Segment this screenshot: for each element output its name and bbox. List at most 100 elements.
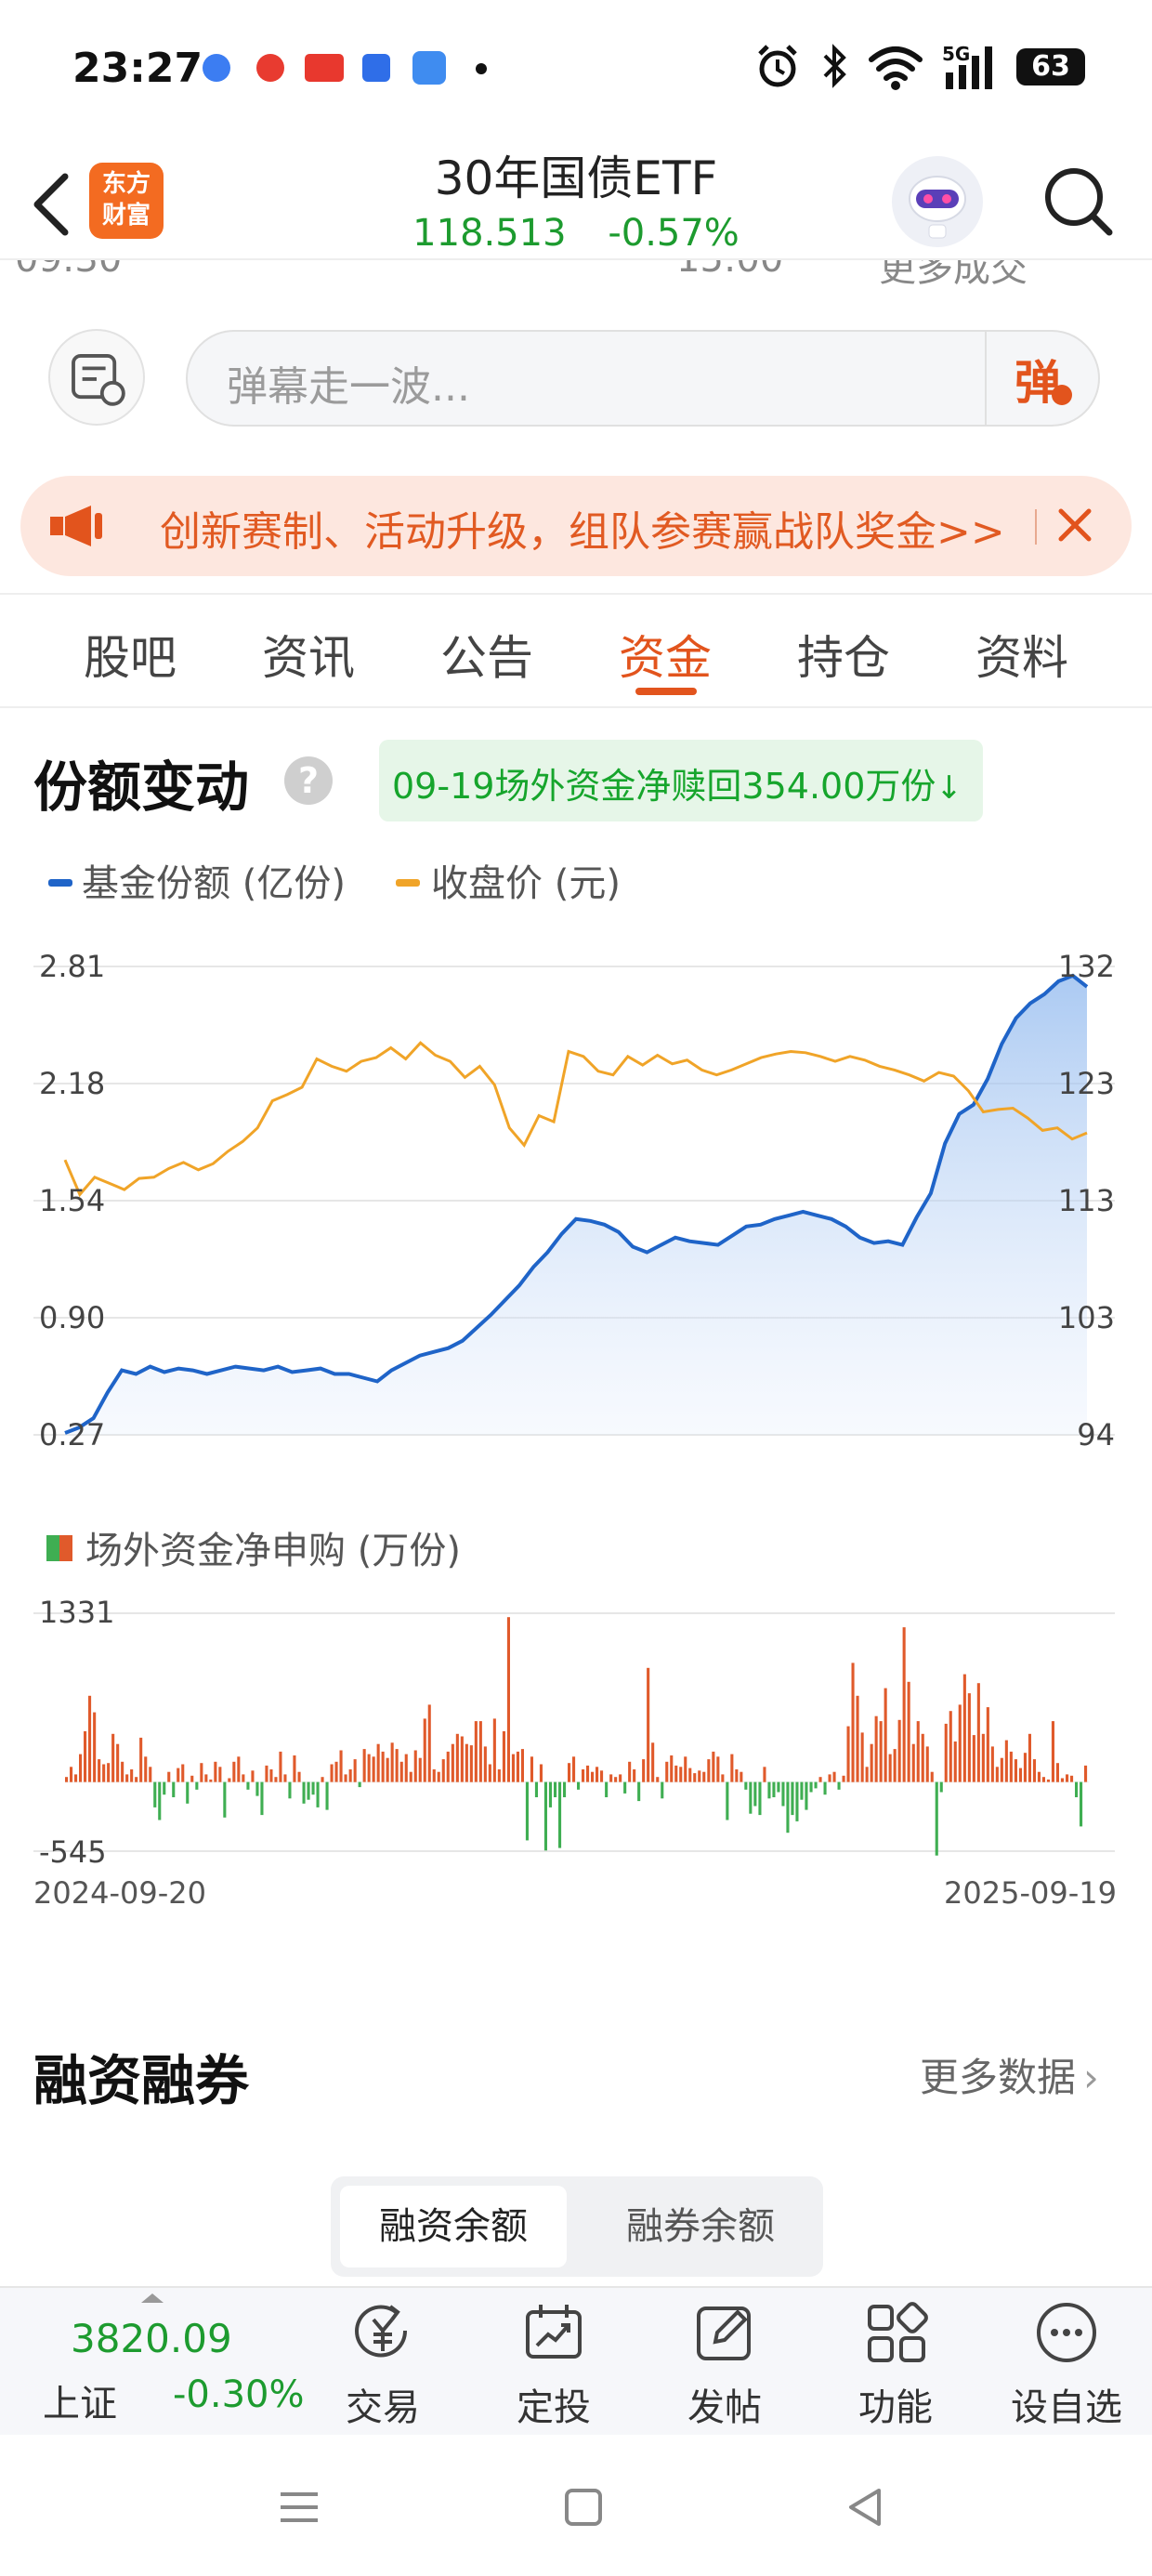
- flow-bar: [186, 1781, 190, 1804]
- legend-swatch-share: [48, 879, 72, 887]
- flow-bar: [200, 1763, 203, 1782]
- flow-bar: [572, 1756, 576, 1782]
- flow-bar: [506, 1617, 510, 1782]
- post-icon[interactable]: [691, 2299, 758, 2366]
- flow-bar: [786, 1781, 790, 1833]
- flow-bar: [967, 1693, 971, 1782]
- flow-bar: [893, 1749, 897, 1782]
- flow-bar: [823, 1781, 827, 1795]
- assistant-robot-icon[interactable]: [892, 156, 983, 247]
- flow-bar: [554, 1781, 557, 1797]
- flow-bar: [1060, 1778, 1064, 1782]
- flow-bar: [716, 1756, 720, 1782]
- price-change: -0.57%: [608, 212, 740, 255]
- flow-bar: [1028, 1733, 1031, 1782]
- danmaku-check-icon: [1052, 385, 1072, 405]
- functions-label[interactable]: 功能: [831, 2377, 961, 2431]
- functions-icon[interactable]: [862, 2299, 929, 2366]
- tab-announcements[interactable]: 公告: [412, 621, 561, 688]
- legend-label-close: 收盘价 (元): [431, 862, 621, 905]
- flow-bar: [995, 1767, 999, 1782]
- tab-news[interactable]: 资讯: [234, 621, 383, 688]
- auto-invest-icon[interactable]: [520, 2299, 587, 2366]
- close-icon[interactable]: [1052, 502, 1098, 548]
- video-icon: [256, 54, 284, 82]
- trade-label[interactable]: 交易: [318, 2377, 448, 2431]
- flow-bar: [600, 1770, 604, 1782]
- flow-bar: [990, 1746, 994, 1782]
- index-value[interactable]: 3820.09: [71, 2316, 232, 2361]
- last-price: 118.513: [412, 212, 567, 255]
- flow-bar: [339, 1750, 343, 1782]
- post-label[interactable]: 发帖: [660, 2377, 790, 2431]
- auto-invest-label[interactable]: 定投: [489, 2377, 619, 2431]
- flow-bar: [93, 1712, 97, 1782]
- flow-bar: [805, 1781, 808, 1810]
- flow-bar: [976, 1683, 980, 1782]
- flow-bar: [111, 1733, 115, 1782]
- flow-bar: [856, 1695, 859, 1782]
- index-change[interactable]: -0.30%: [173, 2373, 305, 2416]
- flow-bar: [730, 1754, 734, 1782]
- caret-up-icon[interactable]: [141, 2293, 164, 2303]
- date-end-label: 2025-09-19: [944, 1875, 1117, 1911]
- close-price-series-line: [63, 1041, 1088, 1198]
- flow-bar: [98, 1759, 101, 1782]
- flow-bar: [758, 1781, 762, 1816]
- tabs-divider-top: [0, 593, 1152, 595]
- flow-bar: [1080, 1781, 1083, 1827]
- flow-bar: [633, 1769, 636, 1782]
- net-flow-bar-chart: 1331 -545: [33, 1595, 1115, 1868]
- scrolled-row-remnant: 09:30 15:00 更多成交: [0, 258, 1152, 297]
- flow-bar: [1070, 1775, 1074, 1782]
- more-data-link[interactable]: 更多数据 ›: [920, 2046, 1099, 2103]
- alarm-icon: [758, 45, 797, 87]
- menu-icon[interactable]: [275, 2483, 323, 2531]
- danmaku-placeholder: 弹幕走一波...: [227, 363, 470, 411]
- flow-bar: [460, 1736, 464, 1782]
- flow-bar: [177, 1768, 180, 1782]
- home-icon[interactable]: [559, 2483, 608, 2531]
- flow-bar: [647, 1667, 650, 1782]
- flow-bar: [558, 1781, 562, 1848]
- flow-bar: [181, 1764, 185, 1782]
- flow-bar: [232, 1761, 236, 1782]
- left-axis-tick: 0.90: [39, 1300, 105, 1335]
- help-icon[interactable]: ?: [284, 756, 333, 805]
- flow-bar: [888, 1754, 892, 1782]
- search-icon[interactable]: [1039, 162, 1117, 240]
- segment-securities-lending-balance[interactable]: 融券余额: [587, 2186, 814, 2267]
- flow-bar: [1051, 1721, 1054, 1782]
- index-name[interactable]: 上证: [43, 2373, 117, 2427]
- flow-bar: [902, 1627, 906, 1782]
- flow-bar: [418, 1757, 422, 1782]
- down-arrow-icon: ↓: [936, 769, 962, 807]
- flow-bar: [809, 1781, 813, 1793]
- watchlist-icon[interactable]: [1033, 2299, 1100, 2366]
- segment-financing-balance[interactable]: 融资余额: [340, 2186, 567, 2267]
- flow-bar: [260, 1781, 264, 1816]
- flow-bar: [465, 1743, 468, 1782]
- flow-bar: [539, 1764, 543, 1782]
- more-data-label: 更多数据: [920, 2055, 1077, 2100]
- flow-bar: [74, 1774, 78, 1782]
- tab-holdings[interactable]: 持仓: [769, 621, 918, 688]
- trade-icon[interactable]: [349, 2299, 416, 2366]
- flow-bar: [1018, 1768, 1022, 1782]
- bar-axis-tick: -545: [39, 1834, 107, 1868]
- watchlist-label[interactable]: 设自选: [1001, 2377, 1132, 2431]
- flow-bar: [65, 1777, 69, 1782]
- flow-bar: [930, 1771, 934, 1782]
- danmaku-settings-icon[interactable]: [48, 329, 145, 426]
- flow-bar: [962, 1674, 966, 1782]
- back-nav-icon[interactable]: [842, 2483, 890, 2531]
- flow-bar: [121, 1761, 124, 1782]
- flow-bar: [116, 1743, 120, 1782]
- tab-profile[interactable]: 资料: [948, 621, 1096, 688]
- flow-bar: [791, 1781, 794, 1816]
- flow-bar: [911, 1743, 915, 1782]
- tab-funds[interactable]: 资金: [591, 621, 740, 688]
- flow-bar: [563, 1781, 567, 1797]
- share-area-fill: [65, 975, 1087, 1435]
- tab-guba[interactable]: 股吧: [56, 621, 204, 688]
